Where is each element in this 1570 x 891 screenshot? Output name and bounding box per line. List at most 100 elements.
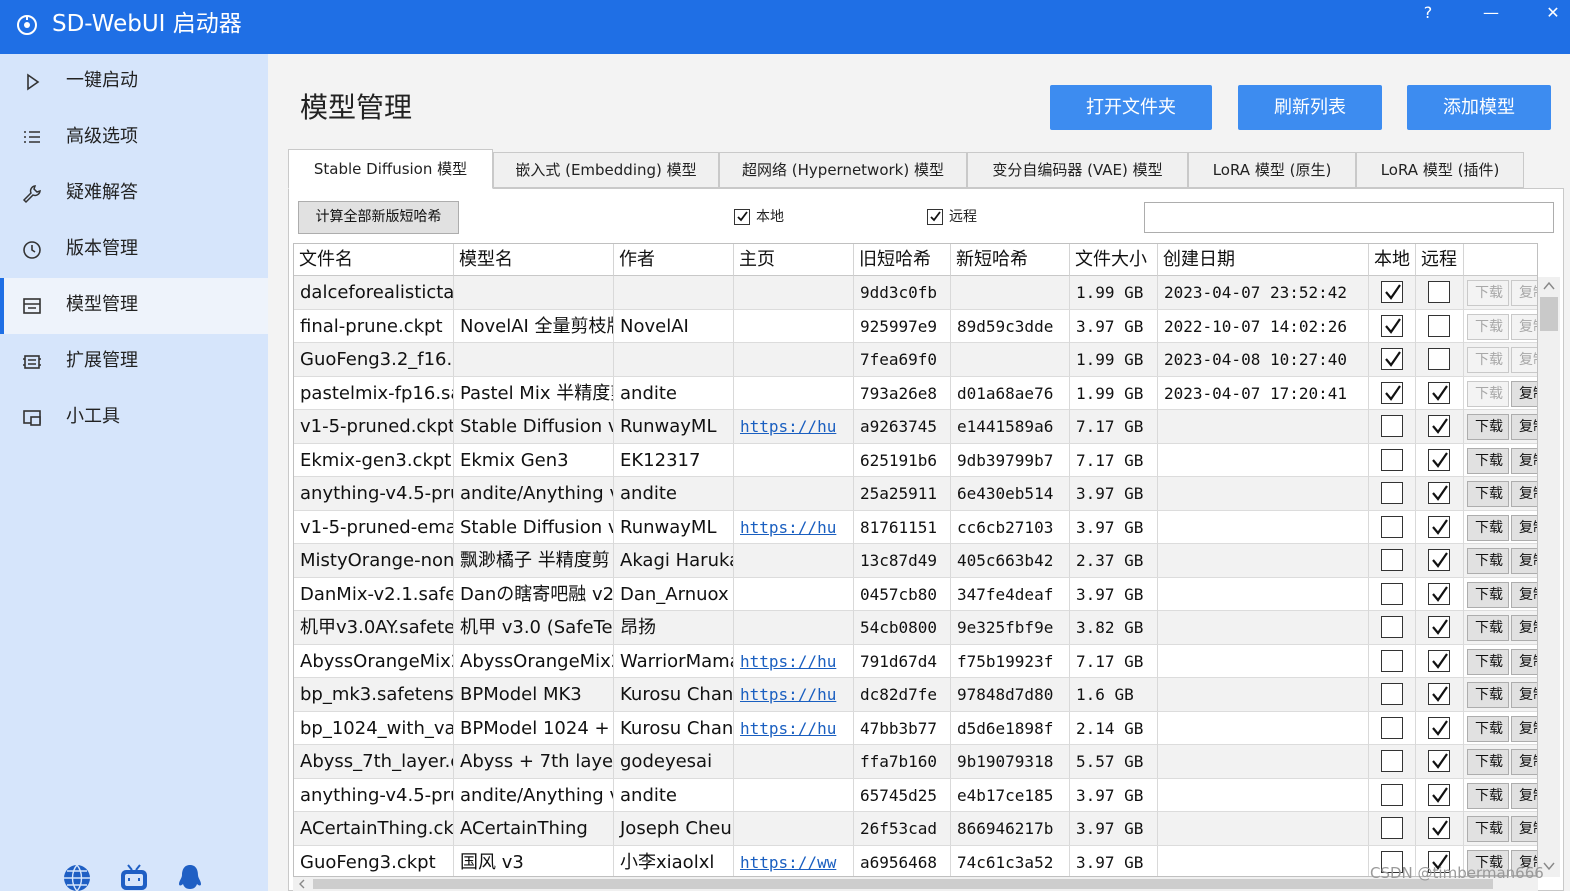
scroll-left-icon[interactable] xyxy=(297,879,307,889)
table-row[interactable]: dalceforealisticta 9dd3c0fb 1.99 GB 2023-04… xyxy=(294,276,1537,310)
table-row[interactable]: final-prune.ckpt NovelAI 全量剪枝版 NovelAI 9259… xyxy=(294,309,1537,343)
download-button[interactable]: 下载 xyxy=(1467,816,1509,842)
column-header[interactable]: 模型名 xyxy=(454,244,614,276)
table-row[interactable]: GuoFeng3.ckpt 国风 v3 小李xiaolxl https://ww a69… xyxy=(294,845,1537,876)
sidebar-item-launch[interactable]: 一键启动 xyxy=(0,54,268,110)
remote-checkbox[interactable] xyxy=(1428,649,1450,672)
remote-checkbox[interactable] xyxy=(1428,582,1450,605)
remote-checkbox[interactable] xyxy=(1428,683,1450,705)
download-button[interactable]: 下载 xyxy=(1467,648,1509,675)
horizontal-scrollbar[interactable] xyxy=(293,877,1538,891)
local-checkbox[interactable] xyxy=(1381,616,1403,638)
qq-icon[interactable] xyxy=(175,863,205,891)
tab-hypernetwork[interactable]: 超网络 (Hypernetwork) 模型 xyxy=(719,152,967,188)
sidebar-item-extensions[interactable]: 扩展管理 xyxy=(0,334,268,390)
table-row[interactable]: anything-v4.5-pru andite/Anything v andite… xyxy=(294,477,1537,511)
globe-icon[interactable] xyxy=(62,863,92,891)
remote-checkbox[interactable] xyxy=(1428,716,1450,739)
table-row[interactable]: v1-5-pruned-ema Stable Diffusion v RunwayM… xyxy=(294,510,1537,544)
local-checkbox[interactable] xyxy=(1381,314,1403,337)
table-row[interactable]: anything-v4.5-pru andite/Anything v andite… xyxy=(294,778,1537,812)
tab-lora-plugin[interactable]: LoRA 模型 (插件) xyxy=(1356,152,1524,188)
tab-stable-diffusion[interactable]: Stable Diffusion 模型 xyxy=(288,149,493,189)
copy-button[interactable]: 复制 xyxy=(1511,682,1537,708)
download-button[interactable]: 下载 xyxy=(1467,749,1509,775)
table-row[interactable]: DanMix-v2.1.safet Danの瞎寄吧融 v2. Dan_Arnuox 0… xyxy=(294,577,1537,611)
copy-button[interactable]: 复制 xyxy=(1511,514,1537,541)
local-checkbox[interactable] xyxy=(1381,649,1403,672)
download-button[interactable]: 下载 xyxy=(1467,715,1509,742)
local-checkbox[interactable] xyxy=(1381,750,1403,772)
column-header[interactable]: 文件名 xyxy=(294,244,454,276)
scroll-down-icon[interactable] xyxy=(1543,861,1555,871)
copy-button[interactable]: 复制 xyxy=(1511,447,1537,474)
download-button[interactable]: 下载 xyxy=(1467,414,1509,440)
table-row[interactable]: 机甲v3.0AY.safeter 机甲 v3.0 (SafeTen 昂扬 54cb08… xyxy=(294,611,1537,645)
local-checkbox[interactable] xyxy=(1381,716,1403,739)
remote-checkbox[interactable] xyxy=(1428,415,1450,437)
table-row[interactable]: bp_1024_with_vae BPModel 1024 + V Kurosu C… xyxy=(294,711,1537,745)
local-checkbox[interactable] xyxy=(1381,817,1403,839)
column-header[interactable]: 新短哈希 xyxy=(951,244,1070,276)
local-checkbox[interactable] xyxy=(1381,381,1403,404)
download-button[interactable]: 下载 xyxy=(1467,615,1509,641)
local-checkbox[interactable] xyxy=(1381,783,1403,806)
table-row[interactable]: Ekmix-gen3.ckpt Ekmix Gen3 EK12317 625191b6… xyxy=(294,443,1537,477)
cell-home[interactable]: https://hu xyxy=(734,410,854,443)
close-button[interactable]: ✕ xyxy=(1538,4,1568,22)
remote-filter-checkbox[interactable]: 远程 xyxy=(927,207,997,227)
download-button[interactable]: 下载 xyxy=(1467,514,1509,541)
download-button[interactable]: 下载 xyxy=(1467,313,1509,340)
calc-all-hashes-button[interactable]: 计算全部新版短哈希 xyxy=(298,201,459,234)
copy-button[interactable]: 复制 xyxy=(1511,548,1537,574)
copy-button[interactable]: 复制 xyxy=(1511,481,1537,507)
table-row[interactable]: Abyss_7th_layer.ck Abyss + 7th layer godey… xyxy=(294,745,1537,779)
cell-home[interactable]: https://ww xyxy=(734,845,854,876)
bilibili-icon[interactable] xyxy=(119,863,149,891)
table-row[interactable]: MistyOrange-non 飘渺橘子 半精度剪 Akagi Haruka 13c8… xyxy=(294,544,1537,578)
remote-checkbox[interactable] xyxy=(1428,783,1450,806)
remote-checkbox[interactable] xyxy=(1428,448,1450,471)
remote-checkbox[interactable] xyxy=(1428,515,1450,538)
copy-button[interactable]: 复制 xyxy=(1511,280,1537,306)
remote-checkbox[interactable] xyxy=(1428,549,1450,571)
table-row[interactable]: AbyssOrangeMix2 AbyssOrangeMix2 WarriorMam… xyxy=(294,644,1537,678)
cell-home[interactable]: https://hu xyxy=(734,644,854,678)
table-row[interactable]: v1-5-pruned.ckpt Stable Diffusion v Runway… xyxy=(294,410,1537,444)
copy-button[interactable]: 复制 xyxy=(1511,782,1537,809)
download-button[interactable]: 下载 xyxy=(1467,682,1509,708)
remote-checkbox[interactable] xyxy=(1428,616,1450,638)
copy-button[interactable]: 复制 xyxy=(1511,313,1537,340)
local-checkbox[interactable] xyxy=(1381,582,1403,605)
download-button[interactable]: 下载 xyxy=(1467,581,1509,608)
remote-checkbox[interactable] xyxy=(1428,381,1450,404)
copy-button[interactable]: 复制 xyxy=(1511,715,1537,742)
column-header[interactable]: 作者 xyxy=(614,244,734,276)
local-checkbox[interactable] xyxy=(1381,515,1403,538)
column-header[interactable]: 旧短哈希 xyxy=(854,244,951,276)
sidebar-item-models[interactable]: 模型管理 xyxy=(0,278,268,334)
sidebar-item-troubleshoot[interactable]: 疑难解答 xyxy=(0,166,268,222)
local-checkbox[interactable] xyxy=(1381,281,1403,303)
download-button[interactable]: 下载 xyxy=(1467,347,1509,373)
download-button[interactable]: 下载 xyxy=(1467,782,1509,809)
column-header[interactable]: 文件大小 xyxy=(1070,244,1158,276)
minimize-button[interactable]: — xyxy=(1476,4,1506,22)
table-row[interactable]: bp_mk3.safetenso BPModel MK3 Kurosu Chan ht… xyxy=(294,678,1537,712)
local-checkbox[interactable] xyxy=(1381,549,1403,571)
copy-button[interactable]: 复制 xyxy=(1511,615,1537,641)
table-row[interactable]: GuoFeng3.2_f16.safe 7fea69f0 1.99 GB2023-0… xyxy=(294,343,1537,377)
download-button[interactable]: 下载 xyxy=(1467,380,1509,407)
download-button[interactable]: 下载 xyxy=(1467,447,1509,474)
open-folder-button[interactable]: 打开文件夹 xyxy=(1050,85,1212,130)
refresh-list-button[interactable]: 刷新列表 xyxy=(1238,85,1382,130)
column-header[interactable]: 本地 xyxy=(1369,244,1416,276)
remote-checkbox[interactable] xyxy=(1428,314,1450,337)
local-checkbox[interactable] xyxy=(1381,348,1403,370)
download-button[interactable]: 下载 xyxy=(1467,481,1509,507)
tab-lora-native[interactable]: LoRA 模型 (原生) xyxy=(1188,152,1356,188)
add-model-button[interactable]: 添加模型 xyxy=(1407,85,1551,130)
copy-button[interactable]: 复制 xyxy=(1511,414,1537,440)
remote-checkbox[interactable] xyxy=(1428,482,1450,504)
tab-vae[interactable]: 变分自编码器 (VAE) 模型 xyxy=(967,152,1188,188)
